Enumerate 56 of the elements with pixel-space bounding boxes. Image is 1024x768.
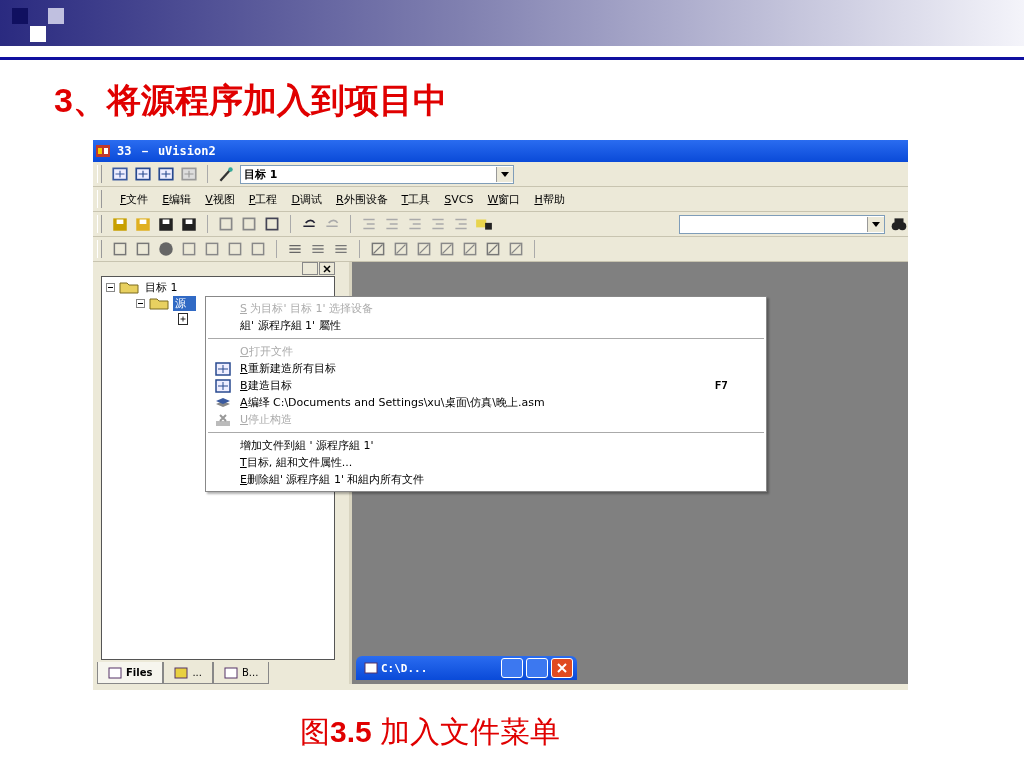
slide-title: 3、将源程序加入到项目中 xyxy=(54,80,448,121)
panel-tab[interactable]: ... xyxy=(163,662,213,684)
panel-tab[interactable]: B... xyxy=(212,662,270,684)
menu-item[interactable]: E编辑 xyxy=(162,191,192,207)
menu-item[interactable]: E删除組' 源程序組 1' 和組内所有文件 xyxy=(206,471,766,488)
dropdown-icon xyxy=(872,221,880,227)
collapse-toggle[interactable] xyxy=(106,282,115,292)
maximize-button[interactable] xyxy=(526,658,548,678)
save-icon[interactable] xyxy=(157,215,175,233)
menu-item[interactable]: T工具 xyxy=(401,191,431,207)
menu-item[interactable]: H帮助 xyxy=(534,191,565,207)
window-title: 33 － uVision2 xyxy=(117,142,216,160)
menu-item[interactable]: R外围设备 xyxy=(335,191,388,207)
minimized-window-title: C:\D... xyxy=(381,661,428,675)
figure-caption: 图3.5 加入文件菜单 xyxy=(300,714,562,750)
file-icon[interactable] xyxy=(178,313,188,325)
wand-icon[interactable] xyxy=(217,165,235,183)
menu-item[interactable]: W窗口 xyxy=(487,191,521,207)
dropdown-icon xyxy=(501,171,509,177)
save-all-icon[interactable] xyxy=(180,215,198,233)
menu-item[interactable]: SVCS xyxy=(444,192,474,206)
menu-item[interactable]: T目标, 組和文件属性... xyxy=(206,454,766,471)
folders-icon xyxy=(174,666,189,679)
close-button[interactable] xyxy=(551,658,573,678)
menu-item[interactable]: 增加文件到組 ' 源程序組 1' xyxy=(206,437,766,454)
restore-button[interactable] xyxy=(501,658,523,678)
menu-item[interactable]: D调试 xyxy=(291,191,322,207)
collapse-toggle[interactable] xyxy=(136,298,145,308)
minimized-window[interactable]: C:\D... xyxy=(356,656,577,680)
document-icon xyxy=(223,666,238,679)
folder-icon xyxy=(149,296,169,310)
menu-item[interactable]: F文件 xyxy=(120,191,149,207)
menu-item[interactable]: P工程 xyxy=(248,191,278,207)
folder-icon xyxy=(119,280,139,294)
document-icon xyxy=(364,662,378,674)
circle-icon[interactable] xyxy=(157,240,175,258)
menu-item[interactable]: 組' 源程序組 1' 屬性 xyxy=(206,317,766,334)
menu-item[interactable]: R重新建造所有目标 xyxy=(206,360,766,377)
panel-tab[interactable]: Files xyxy=(97,662,164,684)
find-field[interactable] xyxy=(679,214,885,234)
close-icon xyxy=(323,264,331,273)
menu-item[interactable]: V视图 xyxy=(205,191,235,207)
binoculars-icon[interactable] xyxy=(890,215,908,233)
grid-icon[interactable] xyxy=(157,165,175,183)
grid-icon[interactable] xyxy=(134,165,152,183)
grid-icon xyxy=(215,361,231,376)
document-icon xyxy=(108,666,122,679)
panel-buttons[interactable] xyxy=(302,262,335,276)
menu-item[interactable]: B建造目标 F7 xyxy=(206,377,766,394)
tree-item[interactable]: 源 xyxy=(173,295,196,311)
grid-icon xyxy=(215,378,231,393)
tree-item[interactable]: 目标 1 xyxy=(143,279,180,295)
app-icon xyxy=(95,143,111,159)
close-icon xyxy=(557,663,567,673)
menu-item[interactable]: A编绎 C:\Documents and Settings\xu\桌面\仿真\晚上.asm xyxy=(206,394,766,411)
target-select[interactable]: 目标 1 xyxy=(240,164,514,184)
